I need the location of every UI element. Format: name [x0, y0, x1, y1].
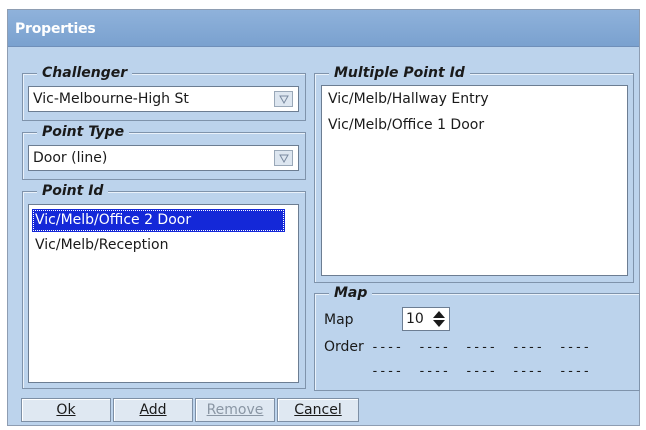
ok-label: Ok	[56, 402, 76, 418]
point-type-group: Point Type Door (line)	[22, 124, 306, 180]
order-row-1[interactable]: ---- ---- ---- ---- ----	[371, 340, 590, 355]
point-type-legend: Point Type	[37, 124, 130, 140]
map-legend: Map	[329, 285, 373, 301]
cancel-button[interactable]: Cancel	[277, 398, 359, 422]
multiple-point-id-group: Multiple Point Id Vic/Melb/Hallway Entry…	[314, 65, 634, 283]
map-label: Map	[324, 312, 354, 328]
challenger-combo[interactable]: Vic-Melbourne-High St	[28, 86, 299, 112]
ok-button[interactable]: Ok	[21, 398, 111, 422]
point-id-list[interactable]: Vic/Melb/Office 2 Door Vic/Melb/Receptio…	[28, 204, 299, 383]
chevron-down-icon[interactable]	[274, 150, 293, 166]
properties-dialog: Properties Challenger Vic-Melbourne-High…	[7, 9, 640, 426]
list-item[interactable]: Vic/Melb/Office 1 Door	[325, 114, 484, 137]
challenger-legend: Challenger	[37, 65, 133, 81]
spin-up-down-icon[interactable]	[431, 309, 447, 329]
chevron-down-icon[interactable]	[274, 91, 293, 107]
map-group: Map Map 10 Order ---- ---- ---- ---- ---…	[314, 285, 640, 391]
map-value: 10	[406, 311, 424, 327]
cancel-label: Cancel	[294, 402, 342, 418]
point-id-group: Point Id Vic/Melb/Office 2 Door Vic/Melb…	[22, 183, 306, 389]
list-item[interactable]: Vic/Melb/Office 2 Door	[32, 209, 285, 232]
list-item[interactable]: Vic/Melb/Reception	[32, 234, 285, 257]
add-label: Add	[139, 402, 167, 418]
point-type-value: Door (line)	[33, 150, 108, 166]
remove-button[interactable]: Remove	[195, 398, 275, 422]
multiple-point-id-list[interactable]: Vic/Melb/Hallway Entry Vic/Melb/Office 1…	[321, 85, 628, 276]
order-label: Order	[324, 339, 364, 355]
add-button[interactable]: Add	[113, 398, 193, 422]
remove-label: Remove	[206, 402, 264, 418]
window-title: Properties	[15, 21, 96, 37]
challenger-value: Vic-Melbourne-High St	[33, 91, 189, 107]
title-bar: Properties	[8, 10, 639, 47]
point-id-legend: Point Id	[37, 183, 109, 199]
order-row-2[interactable]: ---- ---- ---- ---- ----	[371, 364, 590, 379]
challenger-group: Challenger Vic-Melbourne-High St	[22, 65, 306, 121]
map-spinbox[interactable]: 10	[402, 307, 450, 331]
multiple-point-id-legend: Multiple Point Id	[329, 65, 470, 81]
point-type-combo[interactable]: Door (line)	[28, 145, 299, 171]
list-item[interactable]: Vic/Melb/Hallway Entry	[325, 88, 489, 111]
